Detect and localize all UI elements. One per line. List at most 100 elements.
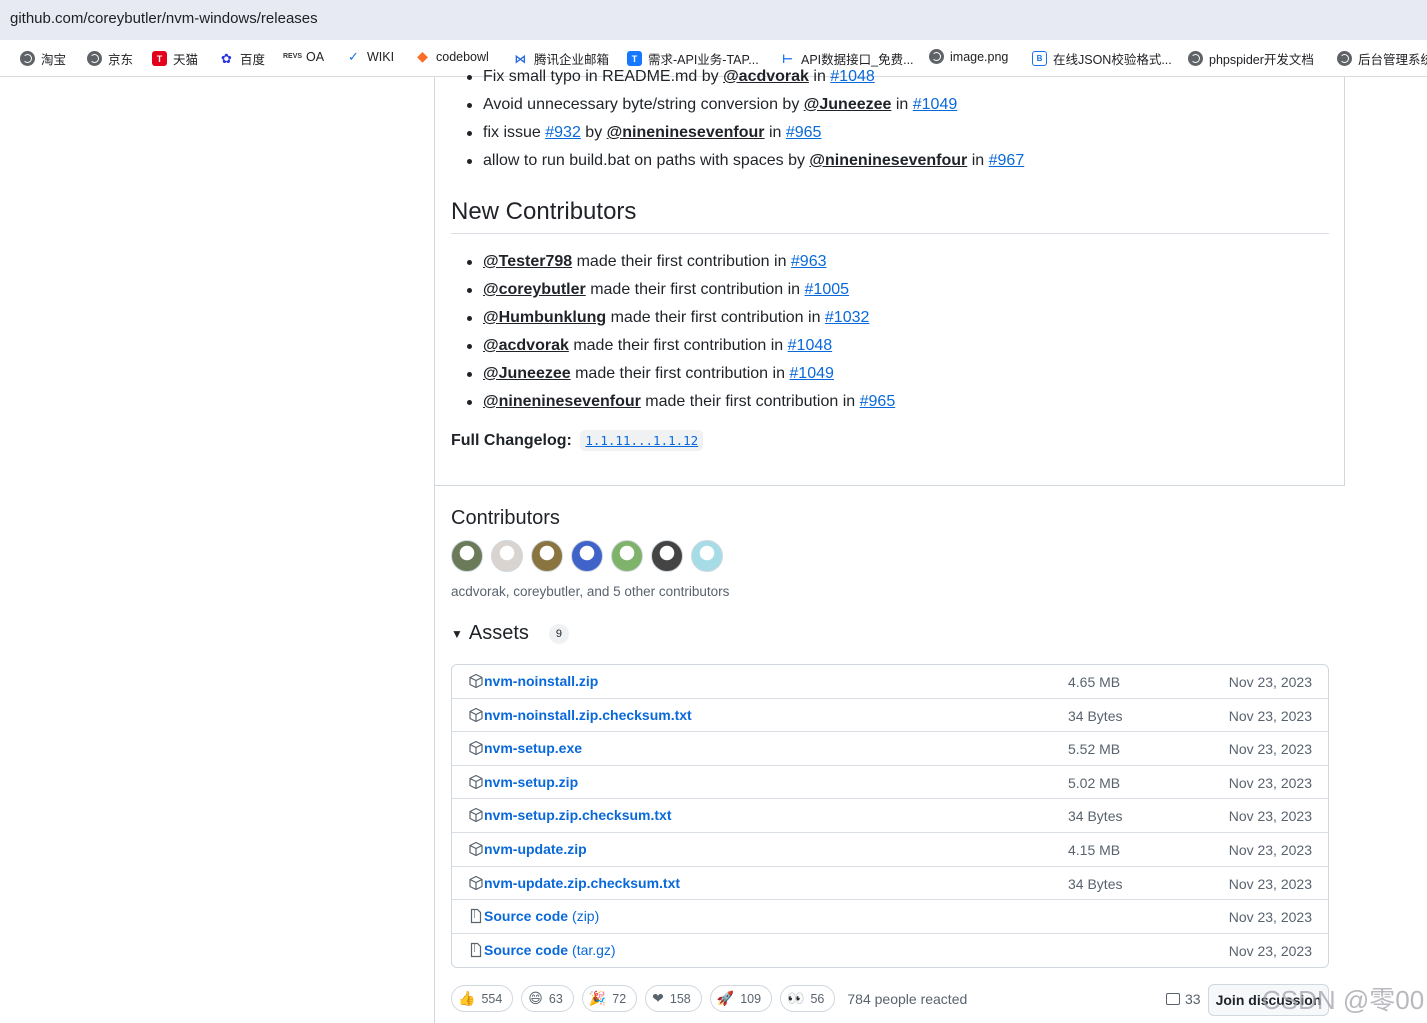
reaction-thumbs-up-button[interactable]: 👍 554 (451, 985, 514, 1012)
avatar[interactable] (531, 540, 563, 572)
avatar[interactable] (651, 540, 683, 572)
asset-link[interactable]: nvm-setup.zip (468, 774, 578, 790)
list-item: Fix small typo in README.md by @acdvorak… (466, 63, 1024, 91)
pr-link[interactable]: #965 (786, 124, 822, 141)
bookmark-item[interactable]: image.png (929, 49, 1008, 64)
bookmark-item[interactable]: 淘宝 (20, 49, 66, 68)
url-text[interactable]: github.com/coreybutler/nvm-windows/relea… (10, 10, 318, 27)
rocket-icon: 🚀 (716, 990, 735, 1007)
asset-name: nvm-setup.zip.checksum.txt (484, 807, 672, 824)
bookmark-item[interactable]: B 在线JSON校验格式... (1032, 49, 1172, 68)
heading-underline (451, 233, 1329, 234)
assets-count-badge: 9 (548, 623, 569, 644)
file-zip-icon (468, 942, 484, 958)
user-link[interactable]: @nineninesevenfour (483, 393, 641, 410)
pr-link[interactable]: #1049 (913, 96, 958, 113)
asset-link[interactable]: nvm-update.zip (468, 841, 587, 857)
bookmark-item[interactable]: ✿ 百度 (219, 49, 265, 68)
asset-date: Nov 23, 2023 (1228, 774, 1312, 791)
user-link[interactable]: @Tester798 (483, 253, 572, 270)
item-text: in (891, 96, 913, 113)
avatar[interactable] (611, 540, 643, 572)
bookmark-label: 后台管理系统 (1358, 53, 1427, 67)
pr-link[interactable]: #932 (545, 124, 581, 141)
avatar[interactable] (691, 540, 723, 572)
bookmark-item[interactable]: REVS OA (283, 49, 324, 64)
user-link[interactable]: @coreybutler (483, 281, 586, 298)
user-link[interactable]: @acdvorak (723, 68, 809, 85)
reaction-heart-button[interactable]: ❤ 158 (645, 985, 702, 1012)
pr-link[interactable]: #1032 (825, 309, 870, 326)
user-link[interactable]: @nineninesevenfour (607, 124, 765, 141)
bookmark-item[interactable]: ✓ WIKI (346, 49, 394, 64)
bookmark-item[interactable]: T 天猫 (152, 49, 198, 68)
asset-link[interactable]: nvm-noinstall.zip (468, 673, 598, 689)
reaction-eyes-button[interactable]: 👀 56 (780, 985, 836, 1012)
reaction-rocket-button[interactable]: 🚀 109 (709, 985, 773, 1012)
user-link[interactable]: @Juneezee (804, 96, 892, 113)
address-bar[interactable]: github.com/coreybutler/nvm-windows/relea… (0, 0, 1427, 40)
reaction-count: 72 (612, 991, 627, 1006)
bookmark-item[interactable]: phpspider开发文档 (1188, 49, 1314, 68)
list-item: Avoid unnecessary byte/string conversion… (466, 91, 1024, 119)
bookmark-item[interactable]: 京东 (87, 49, 133, 68)
comments-count[interactable]: 33 (1166, 991, 1201, 1007)
item-text: made their first contribution in (568, 337, 788, 354)
asset-link[interactable]: Source code (zip) (468, 908, 599, 924)
list-item: @acdvorak made their first contribution … (466, 332, 895, 360)
bookmark-item[interactable]: 后台管理系统 (1337, 49, 1427, 68)
comment-icon (1166, 993, 1180, 1005)
user-link[interactable]: @acdvorak (483, 337, 569, 354)
full-changelog-label: Full Changelog: (451, 432, 572, 449)
asset-size: 34 Bytes (1068, 707, 1123, 724)
item-text: fix issue (483, 124, 546, 141)
assets-heading: Assets (468, 622, 529, 644)
pr-link[interactable]: #1049 (789, 365, 834, 382)
item-text: in (764, 124, 786, 141)
item-text: made their first contribution in (640, 393, 860, 410)
asset-date: Nov 23, 2023 (1228, 942, 1312, 959)
package-icon (468, 841, 484, 857)
reaction-hooray-button[interactable]: 🎉 72 (581, 985, 638, 1012)
pr-link[interactable]: #1048 (830, 68, 875, 85)
item-text: in (808, 68, 831, 85)
asset-link[interactable]: nvm-update.zip.checksum.txt (468, 875, 680, 891)
pr-link[interactable]: #1048 (788, 337, 833, 354)
list-item: @nineninesevenfour made their first cont… (466, 388, 896, 416)
pr-link[interactable]: #1005 (805, 281, 850, 298)
globe-icon (929, 49, 944, 64)
assets-toggle[interactable]: ▼ Assets 9 (451, 622, 569, 645)
asset-link[interactable]: nvm-noinstall.zip.checksum.txt (468, 707, 692, 723)
asset-link[interactable]: Source code (tar.gz) (468, 942, 616, 958)
user-link[interactable]: @Humbunklung (483, 309, 606, 326)
contributors-summary[interactable]: acdvorak, coreybutler, and 5 other contr… (451, 584, 729, 599)
thumbs-up-icon: 👍 (458, 990, 476, 1007)
full-changelog-link[interactable]: 1.1.11...1.1.12 (580, 430, 704, 451)
asset-row: nvm-setup.zip 5.02 MB Nov 23, 2023 (452, 766, 1328, 800)
avatar[interactable] (571, 540, 603, 572)
asset-row: nvm-update.zip.checksum.txt 34 Bytes Nov 2… (452, 867, 1328, 901)
pr-link[interactable]: #963 (791, 253, 827, 270)
pr-link[interactable]: #967 (989, 152, 1025, 169)
avatar[interactable] (491, 540, 523, 572)
item-text: by (580, 124, 607, 141)
asset-link[interactable]: nvm-setup.zip.checksum.txt (468, 807, 672, 823)
new-contributors-heading: New Contributors (451, 198, 637, 225)
list-item: @coreybutler made their first contributi… (466, 276, 895, 304)
reaction-count: 554 (481, 991, 503, 1006)
heart-icon: ❤ (652, 990, 664, 1007)
asset-link[interactable]: nvm-setup.exe (468, 740, 582, 756)
asset-row: Source code (zip) Nov 23, 2023 (452, 900, 1328, 934)
bookmark-label: 百度 (240, 53, 266, 67)
reaction-laugh-button[interactable]: 😄 63 (521, 985, 574, 1012)
pr-link[interactable]: #965 (860, 393, 896, 410)
bookmark-item[interactable]: ◆ codebowl (415, 48, 489, 64)
user-link[interactable]: @Juneezee (483, 365, 571, 382)
avatar[interactable] (451, 540, 483, 572)
bookmark-label: WIKI (367, 49, 395, 64)
user-link[interactable]: @nineninesevenfour (809, 152, 967, 169)
list-item: @Tester798 made their first contribution… (466, 248, 895, 276)
json-icon: B (1032, 51, 1047, 66)
package-icon (468, 707, 484, 723)
reactions-summary: 784 people reacted (847, 990, 968, 1007)
